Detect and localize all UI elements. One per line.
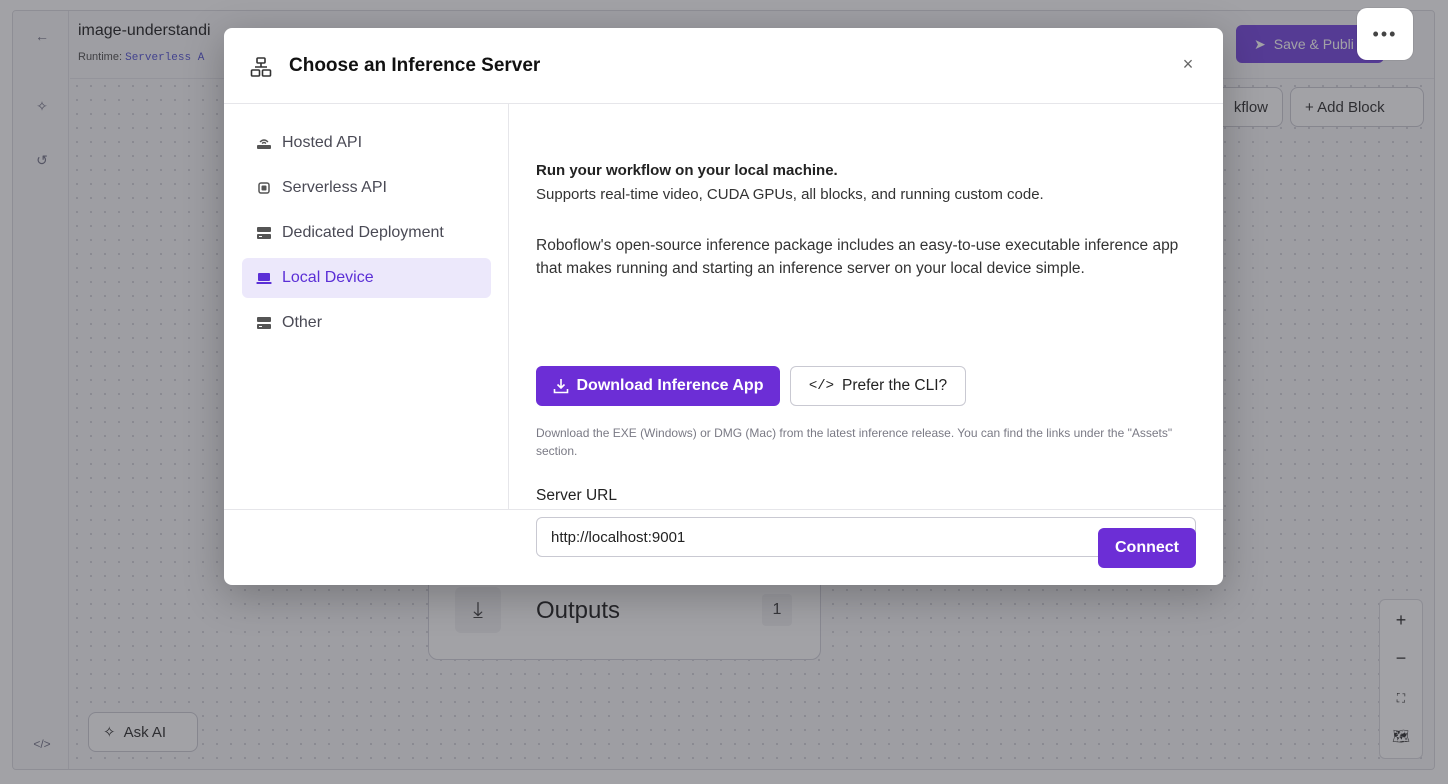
more-options-button[interactable]: ••• [1357,8,1413,60]
modal-header: Choose an Inference Server × [224,28,1223,104]
nav-item-label: Serverless API [282,179,387,196]
modal-title: Choose an Inference Server [289,55,541,76]
download-button-label: Download Inference App [576,377,764,394]
laptop-icon [256,273,272,284]
server-type-nav: Hosted API Serverless API Dedicated Depl… [224,104,509,509]
code-icon: </> [808,378,835,394]
close-icon[interactable]: × [1177,53,1199,75]
nav-item-label: Local Device [282,269,374,286]
nav-item-other[interactable]: Other [242,303,491,343]
download-note: Download the EXE (Windows) or DMG (Mac) … [536,426,1173,458]
inference-server-modal: Choose an Inference Server × Hosted API … [224,28,1223,585]
nav-item-label: Hosted API [282,134,363,151]
prefer-cli-button[interactable]: </> Prefer the CLI? [790,366,966,406]
server-icon [257,227,271,239]
connect-button[interactable]: Connect [1098,528,1196,568]
nav-item-local-device[interactable]: Local Device [242,258,491,298]
nav-item-dedicated-deployment[interactable]: Dedicated Deployment [242,213,491,253]
download-icon [553,379,568,394]
nav-item-serverless-api[interactable]: Serverless API [242,168,491,208]
network-icon [250,56,272,78]
router-icon [257,139,271,149]
cli-button-label: Prefer the CLI? [842,377,948,394]
nav-item-label: Other [282,314,323,331]
local-device-panel: Run your workflow on your local machine.… [536,104,1198,557]
server-url-label: Server URL [536,487,617,504]
download-inference-app-button[interactable]: Download Inference App [536,366,780,406]
nav-item-hosted-api[interactable]: Hosted API [242,123,491,163]
modal-footer: Connect [224,509,1223,585]
panel-heading: Run your workflow on your local machine. [536,162,838,179]
nav-item-label: Dedicated Deployment [282,224,444,241]
chip-icon [258,182,270,194]
server-icon [257,317,271,329]
panel-subheading: Supports real-time video, CUDA GPUs, all… [536,186,1044,203]
panel-description: Roboflow's open-source inference package… [536,237,1179,277]
